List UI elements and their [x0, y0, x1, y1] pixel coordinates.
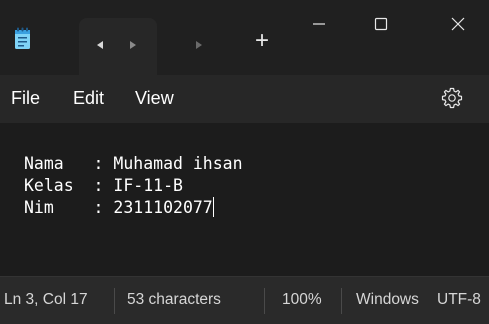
tab-scroll-left-icon[interactable] [97, 41, 103, 49]
menu-bar: File Edit View [0, 75, 489, 123]
maximize-button[interactable] [355, 0, 407, 48]
menu-file[interactable]: File [11, 87, 40, 109]
status-divider [264, 288, 265, 314]
editor-line-with-caret: Nim : 2311102077 [24, 197, 243, 219]
menu-view[interactable]: View [135, 87, 174, 109]
close-button[interactable] [432, 0, 484, 48]
new-tab-button[interactable]: + [250, 29, 274, 53]
tab-untitled[interactable] [79, 18, 157, 75]
editor-line: Nim : 2311102077 [24, 198, 213, 217]
status-divider [341, 288, 342, 314]
gear-icon[interactable] [440, 86, 464, 110]
editor-content[interactable]: Nama : Muhamad ihsan Kelas : IF-11-B Nim :… [24, 153, 243, 219]
status-cursor-position[interactable]: Ln 3, Col 17 [4, 290, 88, 310]
status-divider [114, 288, 115, 314]
status-bar: Ln 3, Col 17 53 characters 100% Windows … [0, 276, 489, 324]
maximize-icon [374, 17, 388, 31]
text-caret [212, 197, 214, 217]
tab-scroll-right-icon[interactable] [130, 41, 136, 49]
notepad-window: + File Edit View Nama : Muhamad ihsan Ke… [0, 0, 489, 324]
title-bar[interactable]: + [0, 0, 489, 75]
status-line-ending[interactable]: Windows (CRLF) [356, 290, 420, 310]
editor-line: Nama : Muhamad ihsan [24, 154, 243, 173]
status-encoding[interactable]: UTF-8 [437, 290, 481, 310]
menu-edit[interactable]: Edit [73, 87, 104, 109]
minimize-button[interactable] [293, 0, 345, 48]
text-editor[interactable]: Nama : Muhamad ihsan Kelas : IF-11-B Nim :… [0, 123, 489, 276]
minimize-icon [313, 23, 325, 25]
status-character-count: 53 characters [127, 291, 221, 308]
status-zoom[interactable]: 100% [282, 290, 322, 310]
close-icon [451, 17, 465, 31]
editor-line: Kelas : IF-11-B [24, 176, 183, 195]
notepad-app-icon [15, 27, 30, 49]
tab-scroll-right-secondary-icon[interactable] [196, 41, 202, 49]
plus-icon: + [254, 27, 269, 54]
